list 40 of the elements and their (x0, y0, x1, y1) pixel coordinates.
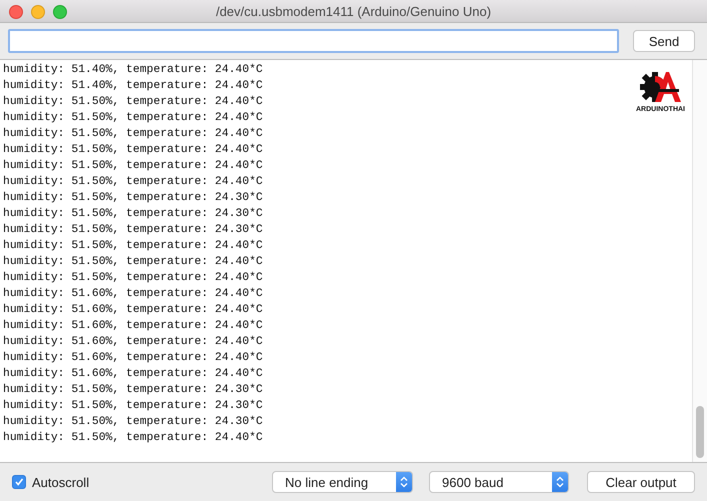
up-down-arrows-icon (400, 476, 408, 488)
check-icon (14, 477, 24, 487)
output-line: humidity: 51.50%, temperature: 24.40*C (3, 430, 263, 446)
output-line: humidity: 51.50%, temperature: 24.40*C (3, 142, 263, 158)
minimize-button[interactable] (31, 5, 45, 19)
line-ending-dropdown[interactable]: No line ending (272, 471, 413, 493)
output-line: humidity: 51.40%, temperature: 24.40*C (3, 78, 263, 94)
output-line: humidity: 51.50%, temperature: 24.40*C (3, 110, 263, 126)
scrollbar-thumb[interactable] (696, 406, 704, 458)
output-line: humidity: 51.50%, temperature: 24.40*C (3, 238, 263, 254)
output-line: humidity: 51.50%, temperature: 24.30*C (3, 206, 263, 222)
output-line: humidity: 51.60%, temperature: 24.40*C (3, 350, 263, 366)
autoscroll-label: Autoscroll (32, 474, 90, 490)
output-line: humidity: 51.50%, temperature: 24.30*C (3, 190, 263, 206)
output-line: humidity: 51.60%, temperature: 24.40*C (3, 366, 263, 382)
input-field[interactable] (8, 29, 619, 53)
close-button[interactable] (9, 5, 23, 19)
output-line: humidity: 51.50%, temperature: 24.40*C (3, 158, 263, 174)
up-down-arrows-icon (556, 476, 564, 488)
output-line: humidity: 51.60%, temperature: 24.40*C (3, 302, 263, 318)
output-line: humidity: 51.50%, temperature: 24.30*C (3, 398, 263, 414)
output-line: humidity: 51.50%, temperature: 24.40*C (3, 94, 263, 110)
clear-output-button[interactable]: Clear output (587, 471, 695, 493)
baud-rate-dropdown[interactable]: 9600 baud (429, 471, 569, 493)
output-line: humidity: 51.50%, temperature: 24.30*C (3, 382, 263, 398)
output-line: humidity: 51.50%, temperature: 24.40*C (3, 254, 263, 270)
send-button[interactable]: Send (633, 30, 695, 52)
output-line: humidity: 51.50%, temperature: 24.40*C (3, 174, 263, 190)
output-line: humidity: 51.50%, temperature: 24.40*C (3, 270, 263, 286)
output-line: humidity: 51.40%, temperature: 24.40*C (3, 62, 263, 78)
output-line: humidity: 51.60%, temperature: 24.40*C (3, 334, 263, 350)
output-line: humidity: 51.60%, temperature: 24.40*C (3, 318, 263, 334)
zoom-button[interactable] (53, 5, 67, 19)
autoscroll-checkbox[interactable] (12, 475, 26, 489)
output-line: humidity: 51.60%, temperature: 24.40*C (3, 286, 263, 302)
gear-letter-icon (638, 70, 682, 104)
output-line: humidity: 51.50%, temperature: 24.40*C (3, 126, 263, 142)
output-line: humidity: 51.50%, temperature: 24.30*C (3, 222, 263, 238)
window-title: /dev/cu.usbmodem1411 (Arduino/Genuino Uno) (216, 4, 492, 18)
output-line: humidity: 51.50%, temperature: 24.30*C (3, 414, 263, 430)
